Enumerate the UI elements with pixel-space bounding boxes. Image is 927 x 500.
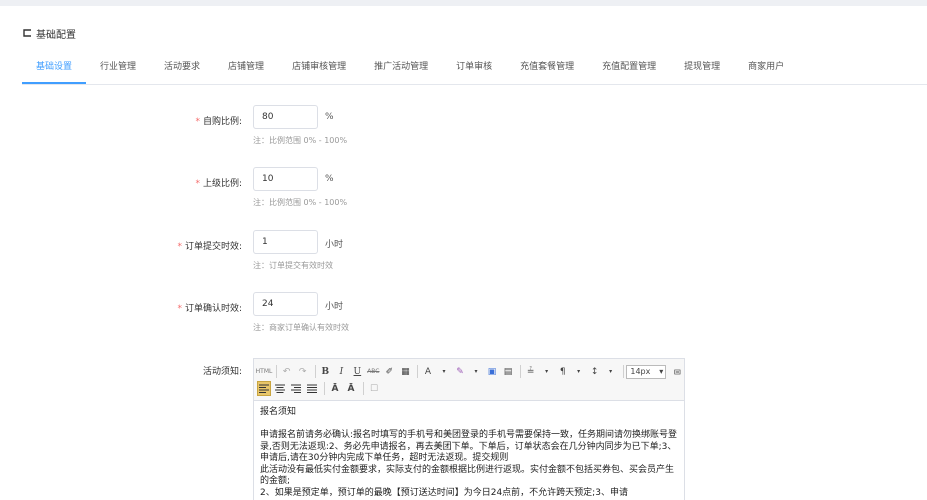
- align-left-icon: [259, 384, 269, 393]
- content-paragraph: 2、如果是预定单，预订单的最晚【预订送达时间】为今日24点前，不允许跨天预定;3…: [260, 487, 628, 498]
- content-blank-line: [260, 419, 678, 431]
- tab-withdrawal-management[interactable]: 提现管理: [670, 56, 734, 84]
- insert-table-button[interactable]: ▣: [485, 364, 499, 379]
- config-panel: 基础配置 基础设置 行业管理 活动要求 店铺管理 店铺审核管理 推广活动管理 订…: [0, 6, 927, 500]
- upper-ratio-input[interactable]: 10: [253, 167, 318, 191]
- text-direction-rtl-button[interactable]: Ā: [344, 381, 358, 396]
- toolbar-separator: [520, 365, 521, 378]
- page-header: 基础配置: [22, 25, 76, 41]
- paragraph-button[interactable]: ¶: [556, 364, 570, 379]
- tab-merchant-users[interactable]: 商家用户: [734, 56, 798, 84]
- highlight-button[interactable]: ✎: [453, 364, 467, 379]
- toolbar-separator: [417, 365, 419, 378]
- tab-shop-management[interactable]: 店铺管理: [214, 56, 278, 84]
- redo-button[interactable]: ↷: [296, 364, 310, 379]
- self-ratio-label: * 自购比例:: [195, 117, 242, 127]
- submit-limit-input[interactable]: 1: [253, 230, 318, 254]
- toolbar-separator: [276, 365, 277, 378]
- required-mark: *: [177, 242, 182, 252]
- line-height-button[interactable]: ↕: [588, 364, 602, 379]
- align-justify-icon: [307, 384, 317, 393]
- toolbar-row-1: HTML ↶ ↷ B I U ABC ✐ ▦ A ▾ ✎ ▾ ▣ ▤ ≟ ▾ ¶…: [256, 363, 681, 380]
- font-color-button[interactable]: A: [421, 364, 435, 379]
- clear-format-button[interactable]: ☐: [367, 381, 381, 396]
- tab-industry-management[interactable]: 行业管理: [86, 56, 150, 84]
- upper-ratio-unit: %: [325, 174, 334, 184]
- insert-page-button[interactable]: ▤: [501, 364, 515, 379]
- tab-divider: [22, 84, 927, 85]
- more-options-icon[interactable]: [674, 367, 681, 377]
- required-mark: *: [177, 304, 182, 314]
- text-direction-ltr-button[interactable]: Ā: [328, 381, 342, 396]
- toolbar-separator: [363, 382, 364, 395]
- confirm-limit-label: * 订单确认时效:: [177, 304, 242, 314]
- content-paragraph: 此活动没有最低实付金额要求，实际支付的金额根据比例进行返现。实付金额不包括买券包…: [260, 464, 675, 487]
- required-mark: *: [195, 117, 200, 127]
- tab-promotion-management[interactable]: 推广活动管理: [360, 56, 442, 84]
- submit-limit-label: * 订单提交时效:: [177, 242, 242, 252]
- toolbar-separator: [622, 365, 624, 378]
- submit-limit-unit: 小时: [325, 240, 344, 250]
- self-ratio-hint: 注：比例范围 0% - 100%: [253, 136, 348, 145]
- content-paragraph: 报名须知: [260, 407, 297, 417]
- tab-shop-review[interactable]: 店铺审核管理: [278, 56, 360, 84]
- tab-recharge-packages[interactable]: 充值套餐管理: [506, 56, 588, 84]
- bold-button[interactable]: B: [318, 364, 332, 379]
- align-justify-button[interactable]: [305, 381, 319, 396]
- dropdown-arrow-icon[interactable]: ▾: [437, 364, 451, 379]
- confirm-limit-hint: 注：商家订单确认有效时效: [253, 323, 349, 332]
- tab-activity-requirements[interactable]: 活动要求: [150, 56, 214, 84]
- align-center-icon: [275, 384, 285, 393]
- align-right-icon: [291, 384, 301, 393]
- dropdown-arrow-icon[interactable]: ▾: [604, 364, 618, 379]
- content-paragraph: 申请报名前请务必确认:报名时填写的手机号和美团登录的手机号需要保持一致，任务期间…: [260, 430, 678, 463]
- eraser-button[interactable]: ✐: [382, 364, 396, 379]
- tab-basic-settings[interactable]: 基础设置: [22, 56, 87, 84]
- self-ratio-input[interactable]: 80: [253, 105, 318, 129]
- align-center-button[interactable]: [273, 381, 287, 396]
- align-right-button[interactable]: [289, 381, 303, 396]
- rich-text-editor: HTML ↶ ↷ B I U ABC ✐ ▦ A ▾ ✎ ▾ ▣ ▤ ≟ ▾ ¶…: [253, 358, 685, 500]
- dropdown-arrow-icon[interactable]: ▾: [540, 364, 554, 379]
- tab-bar: 基础设置 行业管理 活动要求 店铺管理 店铺审核管理 推广活动管理 订单审核 充…: [22, 56, 798, 84]
- upper-ratio-label: * 上级比例:: [195, 179, 242, 189]
- confirm-limit-input[interactable]: 24: [253, 292, 318, 316]
- undo-button[interactable]: ↶: [280, 364, 294, 379]
- self-ratio-unit: %: [325, 112, 334, 122]
- toolbar-separator: [324, 382, 325, 395]
- html-source-button[interactable]: HTML: [256, 364, 273, 379]
- tab-order-review[interactable]: 订单审核: [442, 56, 506, 84]
- toolbar-row-2: Ā Ā ☐: [257, 380, 681, 397]
- tab-recharge-config[interactable]: 充值配置管理: [588, 56, 670, 84]
- notice-label: 活动须知:: [202, 367, 242, 377]
- editor-toolbar: HTML ↶ ↷ B I U ABC ✐ ▦ A ▾ ✎ ▾ ▣ ▤ ≟ ▾ ¶…: [254, 359, 684, 401]
- page-title: 基础配置: [36, 29, 76, 41]
- underline-button[interactable]: U: [350, 364, 364, 379]
- back-bracket-icon[interactable]: [22, 29, 32, 37]
- font-size-select[interactable]: 14px: [626, 364, 667, 379]
- vertical-align-button[interactable]: ≟: [524, 364, 538, 379]
- upper-ratio-hint: 注：比例范围 0% - 100%: [253, 198, 348, 207]
- required-mark: *: [195, 179, 200, 189]
- align-left-button[interactable]: [257, 381, 271, 396]
- strikethrough-button[interactable]: ABC: [366, 364, 380, 379]
- dropdown-arrow-icon[interactable]: ▾: [469, 364, 483, 379]
- italic-button[interactable]: I: [334, 364, 348, 379]
- toolbar-separator: [314, 365, 316, 378]
- confirm-limit-unit: 小时: [325, 302, 344, 312]
- format-painter-button[interactable]: ▦: [398, 364, 412, 379]
- submit-limit-hint: 注：订单提交有效时效: [253, 261, 333, 270]
- dropdown-arrow-icon[interactable]: ▾: [572, 364, 586, 379]
- editor-content[interactable]: 报名须知 申请报名前请务必确认:报名时填写的手机号和美团登录的手机号需要保持一致…: [254, 401, 684, 500]
